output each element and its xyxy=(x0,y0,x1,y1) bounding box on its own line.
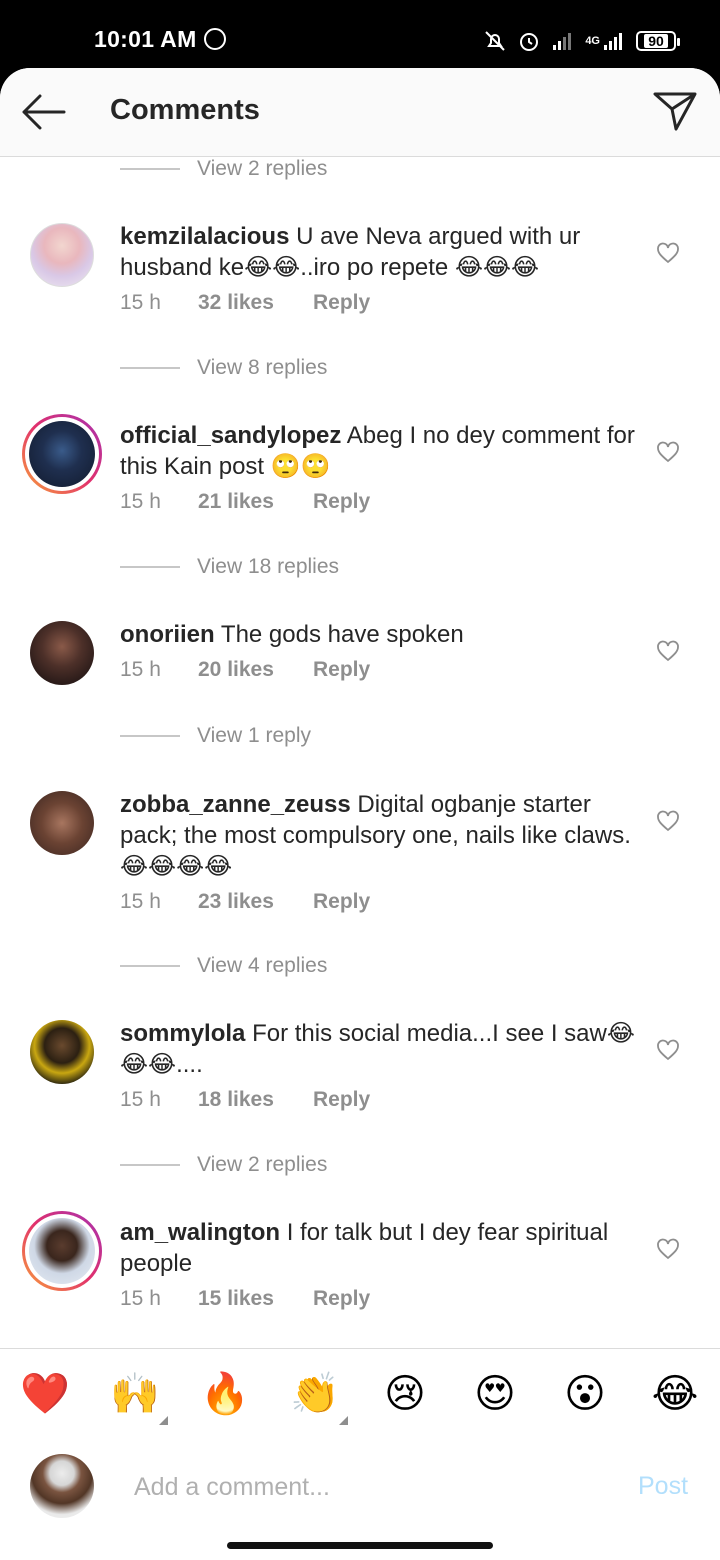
heart-icon[interactable] xyxy=(656,639,680,663)
view-replies-button[interactable]: View 4 replies xyxy=(120,951,327,981)
comment-likes[interactable]: 20 likes xyxy=(198,658,313,682)
battery-icon: 90 xyxy=(636,31,680,51)
heart-icon[interactable] xyxy=(656,809,680,833)
current-user-avatar xyxy=(30,1454,94,1518)
comment-username[interactable]: official_sandylopez xyxy=(120,422,341,449)
replies-divider xyxy=(120,1164,180,1166)
view-replies-label: View 1 reply xyxy=(197,724,312,747)
comment-likes[interactable]: 23 likes xyxy=(198,890,313,914)
comment-likes[interactable]: 21 likes xyxy=(198,490,313,514)
heart-icon[interactable] xyxy=(656,1237,680,1261)
emoji-heart-eyes-button[interactable]: 😍 xyxy=(470,1369,520,1419)
replies-divider xyxy=(120,735,180,737)
comment-meta: 15 h 18 likes Reply xyxy=(120,1088,370,1112)
comment-time: 15 h xyxy=(120,1088,161,1111)
view-replies-button[interactable]: View 2 replies xyxy=(120,1150,327,1180)
emoji-clap: 👏 xyxy=(290,1372,340,1416)
signal-icon xyxy=(553,33,572,50)
network-type: 4G xyxy=(585,35,600,47)
replies-divider xyxy=(120,367,180,369)
comment-meta: 15 h 15 likes Reply xyxy=(120,1287,370,1311)
comment-time: 15 h xyxy=(120,658,161,681)
view-replies-button[interactable]: View 2 replies xyxy=(120,156,327,184)
post-button[interactable]: Post xyxy=(638,1472,688,1501)
emoji-laughing-button[interactable]: 😂 xyxy=(650,1369,700,1419)
emoji-heart-button[interactable]: ❤️ xyxy=(20,1369,70,1419)
view-replies-label: View 2 replies xyxy=(197,157,328,180)
comment-meta: 15 h 23 likes Reply xyxy=(120,890,370,914)
view-replies-label: View 18 replies xyxy=(197,555,340,578)
view-replies-button[interactable]: View 18 replies xyxy=(120,552,339,582)
header: Comments xyxy=(0,68,720,157)
comment-meta: 15 h 20 likes Reply xyxy=(120,658,370,682)
emoji-raised-hands: 🙌 xyxy=(110,1372,160,1416)
emoji-raised-hands-button[interactable]: 🙌 xyxy=(110,1369,168,1425)
reply-button[interactable]: Reply xyxy=(313,1287,370,1311)
avatar[interactable] xyxy=(30,791,94,855)
emoji-crying-button[interactable]: 😢 xyxy=(380,1369,430,1419)
status-bar: 10:01 AM 4G 90 xyxy=(0,0,720,70)
comment-username[interactable]: sommylola xyxy=(120,1020,245,1047)
comment-username[interactable]: zobba_zanne_zeuss xyxy=(120,791,351,818)
home-indicator[interactable] xyxy=(227,1542,493,1549)
add-comment-input[interactable] xyxy=(132,1466,606,1508)
battery-level: 90 xyxy=(644,34,668,48)
heart-icon[interactable] xyxy=(656,241,680,265)
view-replies-label: View 8 replies xyxy=(197,356,328,379)
signal-icon-2 xyxy=(604,33,622,50)
reply-button[interactable]: Reply xyxy=(313,1088,370,1112)
heart-icon[interactable] xyxy=(656,440,680,464)
back-arrow-icon[interactable] xyxy=(18,90,68,134)
skin-tone-indicator xyxy=(159,1416,168,1425)
comment-username[interactable]: am_walington xyxy=(120,1219,280,1246)
replies-divider xyxy=(120,566,180,568)
comment-composer: Post xyxy=(0,1440,720,1560)
view-replies-label: View 2 replies xyxy=(197,1153,328,1176)
avatar[interactable] xyxy=(30,1020,94,1084)
view-replies-label: View 4 replies xyxy=(197,954,328,977)
avatar[interactable] xyxy=(30,223,94,287)
mute-bell-icon xyxy=(485,31,506,51)
skin-tone-indicator xyxy=(339,1416,348,1425)
direct-send-icon[interactable] xyxy=(652,88,698,134)
comments-list[interactable]: View 2 replies kemzilalacious U ave Neva… xyxy=(0,156,720,1348)
comment-username[interactable]: kemzilalacious xyxy=(120,223,289,250)
view-replies-button[interactable]: View 8 replies xyxy=(120,353,327,383)
comment-likes[interactable]: 32 likes xyxy=(198,291,313,315)
status-time: 10:01 AM xyxy=(94,26,197,52)
comment-time: 15 h xyxy=(120,1287,161,1310)
reply-button[interactable]: Reply xyxy=(313,658,370,682)
comment-time: 15 h xyxy=(120,890,161,913)
comment-time: 15 h xyxy=(120,291,161,314)
avatar-story-ring[interactable] xyxy=(22,414,102,494)
comment-time: 15 h xyxy=(120,490,161,513)
emoji-fire-button[interactable]: 🔥 xyxy=(200,1369,250,1419)
comments-screen: Comments View 2 replies kemzilalacious U… xyxy=(0,68,720,1560)
heart-icon[interactable] xyxy=(656,1038,680,1062)
emoji-clap-button[interactable]: 👏 xyxy=(290,1369,348,1425)
avatar xyxy=(29,421,95,487)
reply-button[interactable]: Reply xyxy=(313,890,370,914)
comment-username[interactable]: onoriien xyxy=(120,621,215,648)
replies-divider xyxy=(120,168,180,170)
comment-text: The gods have spoken xyxy=(220,621,464,648)
emoji-surprised-button[interactable]: 😮 xyxy=(560,1369,610,1419)
avatar[interactable] xyxy=(30,621,94,685)
reply-button[interactable]: Reply xyxy=(313,291,370,315)
comment-meta: 15 h 21 likes Reply xyxy=(120,490,370,514)
avatar-story-ring[interactable] xyxy=(22,1211,102,1291)
alarm-icon xyxy=(520,33,539,51)
comment-likes[interactable]: 18 likes xyxy=(198,1088,313,1112)
whatsapp-icon xyxy=(204,28,226,50)
comment-meta: 15 h 32 likes Reply xyxy=(120,291,370,315)
status-icons: 4G 90 xyxy=(483,28,680,54)
avatar xyxy=(29,1218,95,1284)
view-replies-button[interactable]: View 1 reply xyxy=(120,721,311,751)
page-title: Comments xyxy=(110,94,260,126)
reply-button[interactable]: Reply xyxy=(313,490,370,514)
comment-likes[interactable]: 15 likes xyxy=(198,1287,313,1311)
replies-divider xyxy=(120,965,180,967)
quick-emoji-bar: ❤️ 🙌 🔥 👏 😢 😍 😮 😂 xyxy=(0,1348,720,1441)
